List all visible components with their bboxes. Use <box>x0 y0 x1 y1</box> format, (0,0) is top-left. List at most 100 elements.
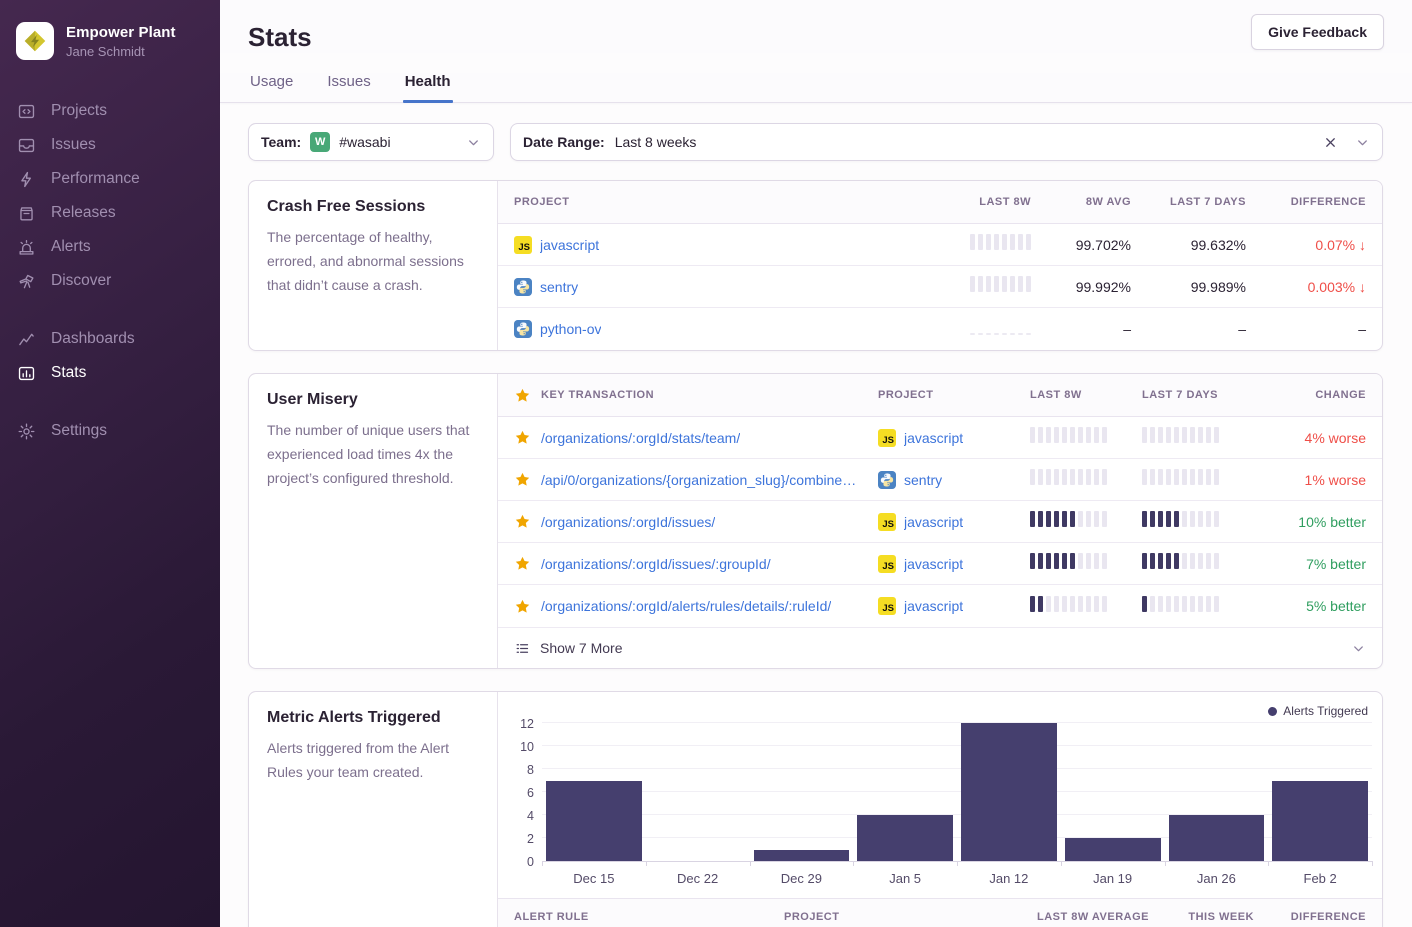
tab-usage[interactable]: Usage <box>248 73 295 102</box>
sidebar-item-projects[interactable]: Projects <box>0 94 220 128</box>
x-axis-tick <box>1372 861 1373 866</box>
column-header: Last 7 Days <box>1170 196 1246 208</box>
sidebar-item-label: Projects <box>51 102 107 120</box>
project-link[interactable]: sentry <box>904 472 942 488</box>
javascript-platform-icon: JS <box>878 555 896 573</box>
column-header: Difference <box>1291 911 1366 923</box>
panel-title: Metric Alerts Triggered <box>267 709 479 727</box>
table-row: /api/0/organizations/{organization_slug}… <box>498 459 1382 501</box>
sidebar: Empower Plant Jane Schmidt Projects Issue… <box>0 0 220 927</box>
project-link[interactable]: javascript <box>904 514 963 530</box>
y-tick-label: 0 <box>527 855 534 869</box>
sidebar-item-releases[interactable]: Releases <box>0 196 220 230</box>
metric-alerts-description: Metric Alerts Triggered Alerts triggered… <box>249 692 498 927</box>
project-link[interactable]: javascript <box>904 598 963 614</box>
alerts-triggered-chart: Alerts Triggered 024681012 Dec 15Dec 22D… <box>498 692 1382 892</box>
nav-group: Settings <box>0 414 220 448</box>
y-tick-label: 8 <box>527 763 534 777</box>
gridline <box>542 745 1372 746</box>
change-value: 4% worse <box>1305 430 1366 446</box>
chart-plot <box>542 724 1372 862</box>
change-value: 5% better <box>1306 598 1366 614</box>
x-tick-label: Jan 19 <box>1093 871 1132 886</box>
table-body: /organizations/:orgId/stats/team/JS javas… <box>498 417 1382 627</box>
sparkline <box>1030 511 1107 527</box>
sidebar-item-discover[interactable]: Discover <box>0 264 220 298</box>
sidebar-item-alerts[interactable]: Alerts <box>0 230 220 264</box>
change-value: 1% worse <box>1305 472 1366 488</box>
sidebar-item-dashboards[interactable]: Dashboards <box>0 322 220 356</box>
column-header: This Week <box>1188 911 1254 923</box>
project-cell: sentry <box>514 278 916 296</box>
star-icon <box>514 471 531 488</box>
transaction-link[interactable]: /organizations/:orgId/stats/team/ <box>541 430 740 446</box>
bar[interactable] <box>961 723 1057 861</box>
dashboards-icon <box>16 329 36 349</box>
chevron-down-icon <box>465 134 481 150</box>
star-icon <box>514 387 531 404</box>
sidebar-item-performance[interactable]: Performance <box>0 162 220 196</box>
table-row: sentry99.992%99.989%0.003% ↓ <box>498 266 1382 308</box>
sidebar-item-settings[interactable]: Settings <box>0 414 220 448</box>
give-feedback-button[interactable]: Give Feedback <box>1251 14 1384 50</box>
project-cell: sentry <box>878 471 1030 489</box>
column-header: Last 8W Average <box>1037 911 1149 923</box>
show-more-button[interactable]: Show 7 More <box>498 627 1382 668</box>
crash-free-table: Project Last 8W 8W Avg Last 7 Days Diffe… <box>498 181 1382 350</box>
project-link[interactable]: javascript <box>904 430 963 446</box>
panel-subtitle: Alerts triggered from the Alert Rules yo… <box>267 737 479 785</box>
bar[interactable] <box>1065 838 1161 861</box>
org-switcher[interactable]: Empower Plant Jane Schmidt <box>0 16 220 60</box>
bar[interactable] <box>546 781 642 862</box>
bar[interactable] <box>857 815 953 861</box>
bar[interactable] <box>1169 815 1265 861</box>
project-link[interactable]: sentry <box>540 279 578 295</box>
user-misery-table: Key Transaction Project Last 8W Last 7 D… <box>498 374 1382 668</box>
legend-dot-icon <box>1268 707 1277 716</box>
sidebar-item-label: Discover <box>51 272 111 290</box>
team-select[interactable]: Team: W #wasabi <box>248 123 494 161</box>
python-platform-icon <box>514 320 532 338</box>
transaction-cell: /organizations/:orgId/issues/ <box>514 513 878 530</box>
project-link[interactable]: javascript <box>904 556 963 572</box>
date-range-select[interactable]: Date Range: Last 8 weeks <box>510 123 1383 161</box>
bar[interactable] <box>1272 781 1368 862</box>
sparkline <box>1030 427 1107 443</box>
table-row: /organizations/:orgId/alerts/rules/detai… <box>498 585 1382 627</box>
last-7d-value: 99.989% <box>1191 279 1246 295</box>
clear-date-icon[interactable] <box>1322 134 1338 150</box>
transaction-link[interactable]: /api/0/organizations/{organization_slug}… <box>541 472 856 488</box>
avg-8w-value: 99.992% <box>1076 279 1131 295</box>
chevron-down-icon <box>1350 640 1366 656</box>
projects-icon <box>16 101 36 121</box>
project-link[interactable]: javascript <box>540 237 599 253</box>
star-icon <box>514 555 531 572</box>
tab-issues[interactable]: Issues <box>325 73 372 102</box>
sidebar-item-stats[interactable]: Stats <box>0 356 220 390</box>
y-tick-label: 6 <box>527 786 534 800</box>
project-link[interactable]: python-ov <box>540 321 601 337</box>
transaction-link[interactable]: /organizations/:orgId/issues/:groupId/ <box>541 556 771 572</box>
column-header: Last 8W <box>1030 389 1142 401</box>
bar[interactable] <box>754 850 850 862</box>
filter-bar: Team: W #wasabi Date Range: Last 8 weeks <box>248 123 1383 161</box>
sparkline <box>1142 553 1219 569</box>
x-tick-label: Dec 15 <box>573 871 614 886</box>
sidebar-item-issues[interactable]: Issues <box>0 128 220 162</box>
page-title: Stats <box>248 22 1384 53</box>
y-tick-label: 12 <box>520 717 534 731</box>
tab-health[interactable]: Health <box>403 73 453 102</box>
chart-legend[interactable]: Alerts Triggered <box>512 700 1372 722</box>
transaction-link[interactable]: /organizations/:orgId/issues/ <box>541 514 715 530</box>
alerts-icon <box>16 237 36 257</box>
sidebar-item-label: Settings <box>51 422 107 440</box>
date-range-label: Date Range: <box>523 134 605 150</box>
arrow-down-icon: ↓ <box>1359 279 1366 295</box>
sidebar-item-label: Releases <box>51 204 116 222</box>
org-text: Empower Plant Jane Schmidt <box>66 24 176 59</box>
main: Stats Give Feedback Usage Issues Health Te… <box>220 0 1412 927</box>
javascript-platform-icon: JS <box>878 513 896 531</box>
transaction-link[interactable]: /organizations/:orgId/alerts/rules/detai… <box>541 598 831 614</box>
transaction-cell: /api/0/organizations/{organization_slug}… <box>514 471 878 488</box>
sparkline <box>970 276 1031 292</box>
